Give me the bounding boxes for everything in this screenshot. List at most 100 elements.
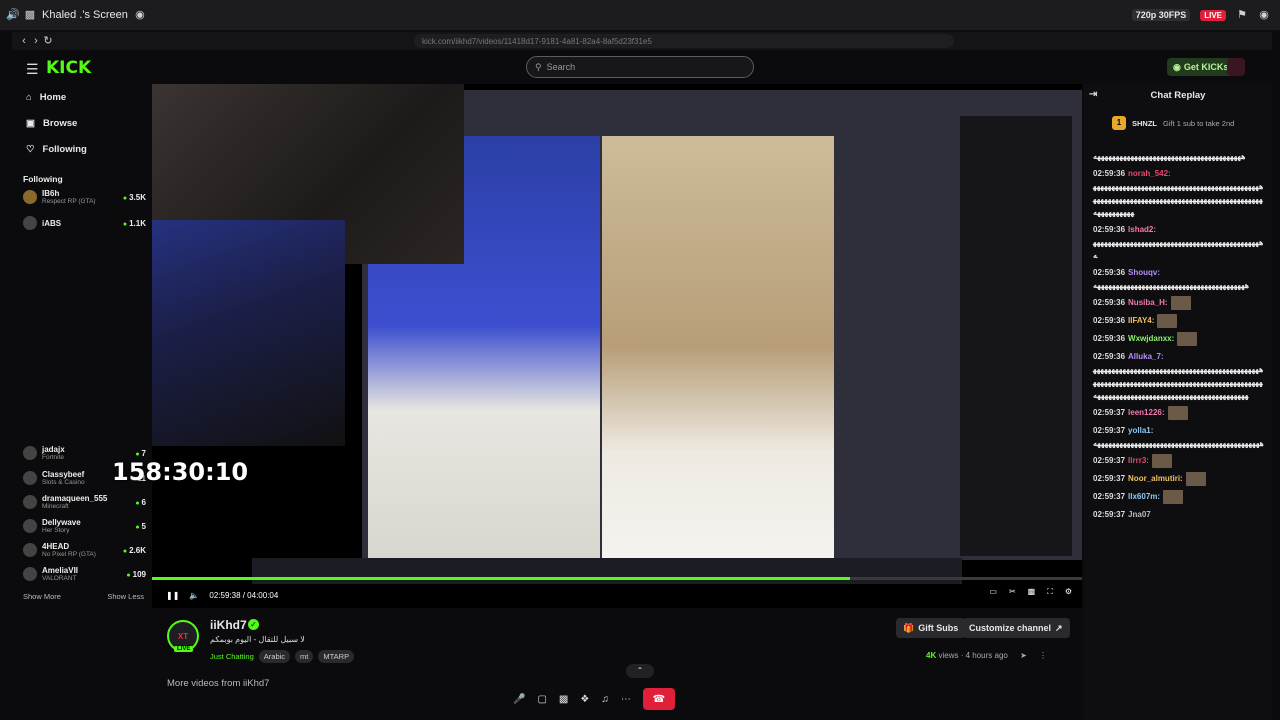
- chat-username[interactable]: Ilrrr3:: [1128, 456, 1149, 465]
- gift-subs-button[interactable]: 🎁 Gift Subs: [896, 618, 966, 638]
- chat-timestamp: 02:59:36: [1093, 225, 1126, 234]
- sidebar-channel[interactable]: 4HEADNo Pixel RP (GTA) 2.6K: [12, 538, 152, 562]
- channel-game: No Pixel RP (GTA): [42, 551, 96, 558]
- gift-subs-label: Gift Subs: [918, 623, 959, 633]
- chat-timestamp: 02:59:36: [1093, 316, 1126, 326]
- tag-pill[interactable]: MTARP: [318, 650, 355, 663]
- activities-icon[interactable]: ❖: [580, 694, 589, 705]
- forward-icon[interactable]: ›: [30, 35, 42, 47]
- clip-icon[interactable]: ✂: [1009, 587, 1016, 597]
- sidebar-channel[interactable]: IB6hRespect RP (GTA) 3.5K: [12, 184, 152, 210]
- avatar: [23, 190, 37, 204]
- chat-username[interactable]: yolla1:: [1128, 426, 1153, 435]
- chat-text: هههههههههههههههههههههههههههههههههههههههه…: [1093, 365, 1264, 400]
- gift-icon: 🎁: [903, 622, 915, 633]
- sidebar-item-browse[interactable]: ▣ Browse: [12, 110, 152, 136]
- stream-quality-badge: 720p 30FPS: [1131, 9, 1191, 21]
- soundboard-icon[interactable]: ♫: [601, 694, 609, 705]
- customize-label: Customize channel: [969, 623, 1052, 633]
- sidebar-channel[interactable]: AmeliaVIIVALORANT 109: [12, 562, 152, 586]
- show-less-link[interactable]: Show Less: [107, 592, 144, 601]
- theater-mode-icon[interactable]: ▭: [989, 587, 997, 597]
- channel-name: IB6h: [42, 189, 60, 198]
- menu-icon[interactable]: ☰: [26, 61, 39, 78]
- chat-timestamp: 02:59:37: [1093, 510, 1126, 519]
- chat-username[interactable]: Nusiba_H:: [1128, 298, 1168, 307]
- get-kicks-button[interactable]: ◉ Get KICKs: [1167, 58, 1235, 76]
- chat-bubble-icon[interactable]: ◉: [1258, 9, 1270, 21]
- user-avatar[interactable]: [1227, 58, 1245, 76]
- chat-username[interactable]: Alluka_7:: [1128, 352, 1164, 361]
- screen-share-icon: ▩: [24, 9, 36, 21]
- kick-header: ☰ KICK ⚲ Search ◉ Get KICKs: [12, 52, 1272, 84]
- chat-title: Chat Replay: [1150, 89, 1206, 101]
- live-badge: LIVE: [1200, 9, 1226, 21]
- channel-game: Minecraft: [42, 503, 69, 510]
- volume-icon[interactable]: 🔈: [189, 591, 199, 600]
- channel-name[interactable]: iiKhd7: [210, 618, 247, 632]
- sidebar-channel[interactable]: dramaqueen_555Minecraft 6: [12, 490, 152, 514]
- more-options-icon[interactable]: ⋮: [1039, 651, 1047, 660]
- channel-name: 4HEAD: [42, 542, 70, 551]
- speaker-icon[interactable]: 🔊: [6, 9, 20, 21]
- reload-icon[interactable]: ↻: [42, 35, 54, 47]
- avatar: [23, 216, 37, 230]
- search-input[interactable]: ⚲ Search: [526, 56, 754, 78]
- video-player[interactable]: [152, 84, 1082, 608]
- show-more-link[interactable]: Show More: [23, 592, 61, 601]
- chat-message: 02:59:36 Shouqv: ههههههههههههههههههههههههه…: [1084, 264, 1272, 294]
- more-icon[interactable]: ⋯: [621, 694, 631, 705]
- pip-icon[interactable]: ▩: [1028, 587, 1036, 597]
- chat-username[interactable]: Noor_almutiri:: [1128, 474, 1183, 483]
- avatar: [23, 543, 37, 557]
- customize-channel-button[interactable]: Customize channel ↗: [962, 618, 1070, 638]
- chat-message: 02:59:36 Alluka_7: ههههههههههههههههههههههه…: [1084, 348, 1272, 404]
- pause-icon[interactable]: ❚❚: [166, 591, 179, 600]
- chat-username[interactable]: leen1226:: [1128, 408, 1164, 417]
- camera-off-icon[interactable]: ▢: [537, 694, 546, 705]
- collapse-chat-icon[interactable]: ⇥: [1089, 89, 1097, 100]
- tag-pill[interactable]: Arabic: [258, 650, 291, 663]
- expand-dock-button[interactable]: ⌃: [626, 664, 654, 678]
- chat-username[interactable]: llx607m:: [1128, 492, 1160, 501]
- video-progress-bar[interactable]: [152, 577, 1082, 580]
- chat-username[interactable]: lshad2:: [1128, 225, 1156, 234]
- viewer-count: 2.6K: [123, 546, 146, 555]
- bookmark-icon[interactable]: ⚑: [1236, 9, 1248, 21]
- sidebar-item-label: Home: [39, 91, 67, 103]
- chat-message: 02:59:37 Ilrrr3:: [1084, 452, 1272, 470]
- search-icon: ⚲: [535, 61, 542, 72]
- sidebar-channel[interactable]: iABS 1.1K: [12, 210, 152, 236]
- tag-pill[interactable]: mt: [295, 650, 314, 663]
- chat-text: هههههههههههههههههههههههههههههههههههههههه…: [1093, 182, 1264, 217]
- chat-username[interactable]: norah_542:: [1128, 169, 1171, 178]
- chat-message: 02:59:36 IIFAY4:: [1084, 312, 1272, 330]
- leave-call-button[interactable]: ☎: [642, 688, 675, 710]
- avatar: [23, 471, 37, 485]
- sidebar-channel[interactable]: DellywaveHer Story 5: [12, 514, 152, 538]
- fullscreen-icon[interactable]: ⛶: [1047, 587, 1053, 597]
- settings-icon[interactable]: ⚙: [1065, 587, 1072, 597]
- browser-toolbar: ‹ › ↻ kick.com/iikhd7/videos/11418d17-91…: [12, 32, 1272, 50]
- channel-game: VALORANT: [42, 575, 77, 582]
- screen-share-icon[interactable]: ▩: [559, 694, 568, 705]
- time-readout: 02:59:38 / 04:00:04: [209, 590, 279, 600]
- kicks-icon: ◉: [1173, 61, 1181, 72]
- kick-logo[interactable]: KICK: [46, 58, 91, 78]
- sidebar-item-following[interactable]: ♡ Following: [12, 136, 152, 162]
- chat-username[interactable]: Jna07: [1128, 510, 1151, 519]
- sidebar-item-home[interactable]: ⌂ Home: [12, 84, 152, 110]
- channel-game: Slots & Casino: [42, 479, 85, 486]
- emote-icon: [1157, 314, 1178, 328]
- microphone-icon[interactable]: 🎤: [513, 694, 525, 705]
- progress-fill: [152, 577, 850, 580]
- share-icon[interactable]: ➤: [1020, 651, 1027, 660]
- chat-username[interactable]: IIFAY4:: [1128, 316, 1154, 325]
- chat-text: هههههههههههههههههههههههههههههههههههههههه…: [1093, 439, 1264, 448]
- search-placeholder: Search: [546, 62, 576, 72]
- url-bar[interactable]: kick.com/iikhd7/videos/11418d17-9181-4a8…: [414, 34, 954, 48]
- chat-username[interactable]: Wxwjdanxx:: [1128, 334, 1174, 343]
- category-link[interactable]: Just Chatting: [210, 652, 254, 661]
- back-icon[interactable]: ‹: [18, 35, 30, 47]
- chat-username[interactable]: Shouqv:: [1128, 268, 1160, 277]
